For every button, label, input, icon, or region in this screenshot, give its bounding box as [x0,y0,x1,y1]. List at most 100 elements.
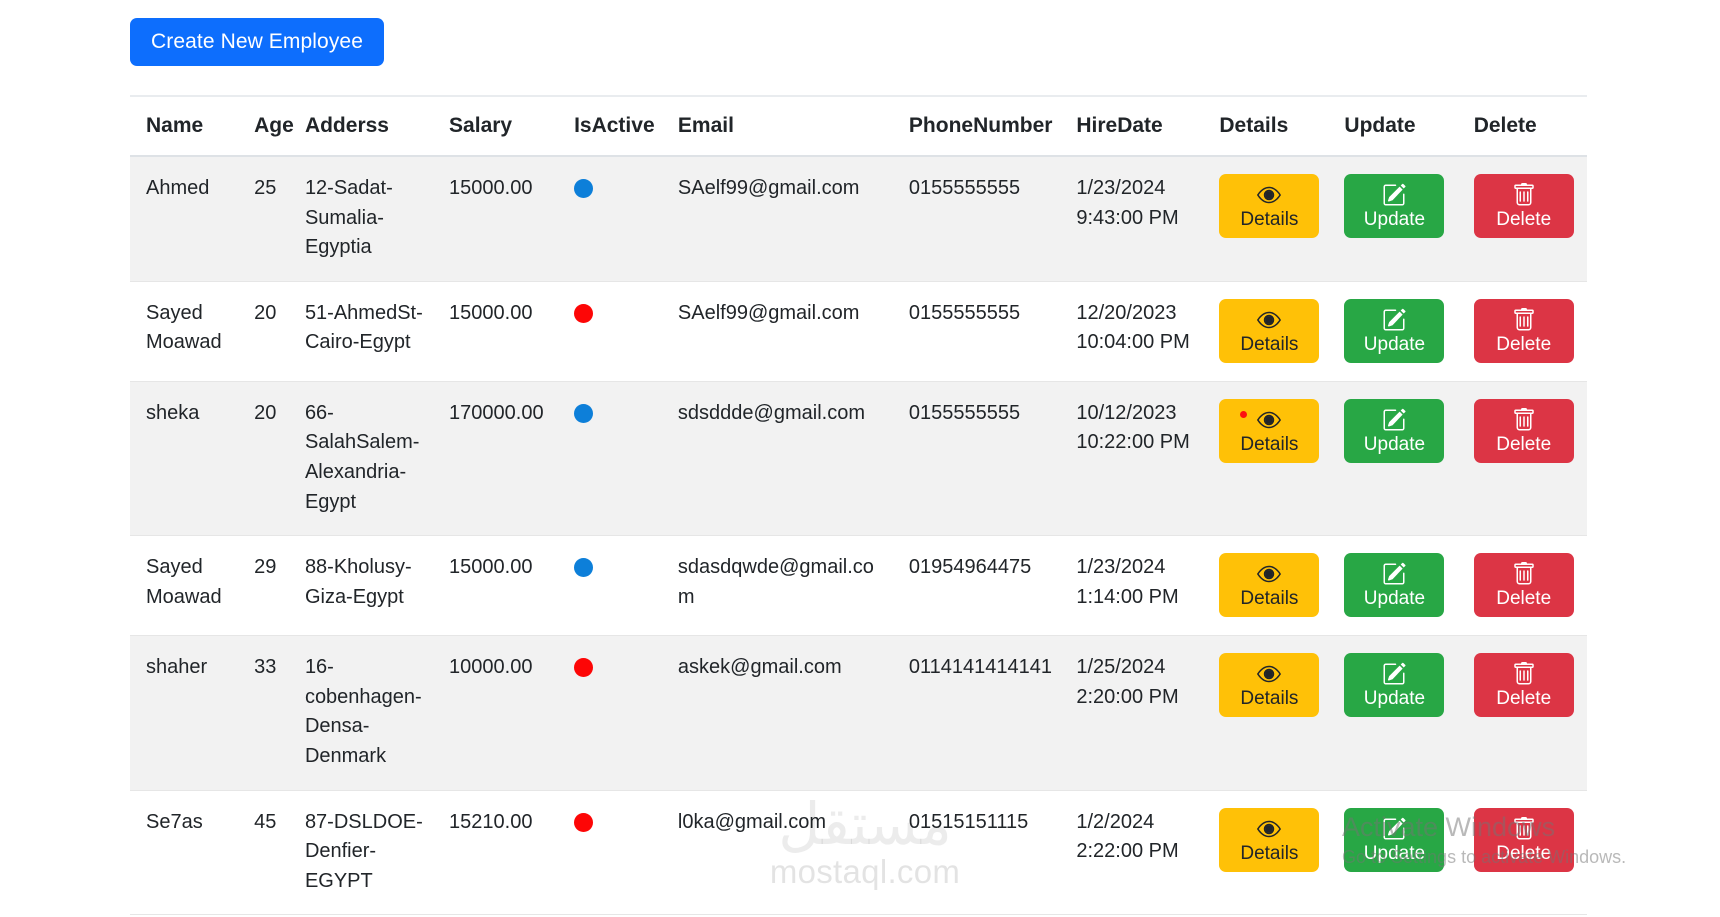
eye-icon [1257,562,1282,586]
eye-icon [1257,408,1282,432]
cell-phonenumber: 0114141414141 [892,635,1061,791]
cell-name: shaher [130,635,239,791]
pencil-square-icon [1382,662,1406,686]
pencil-square-icon [1382,562,1406,586]
details-button[interactable]: Details [1219,174,1320,238]
cell-name: Sayed Moawad [130,535,239,637]
employee-table: Name Age Adderss Salary IsActive Email P… [130,95,1587,916]
status-dot-inactive [574,303,594,323]
table-row: Sayed Moawad 29 88-Kholusy-Giza-Egypt 15000… [130,535,1587,637]
update-button[interactable]: Update [1344,653,1445,718]
details-button-label: Details [1240,688,1299,710]
cell-hiredate: 12/20/2023 10:04:00 PM [1060,281,1204,382]
cell-phonenumber: 0155555555 [892,156,1061,282]
hiredate-time: 10:22:00 PM [1076,431,1190,454]
cell-age: 20 [238,281,289,382]
cell-hiredate: 1/23/2024 9:43:00 PM [1060,156,1204,282]
delete-button[interactable]: Delete [1473,298,1574,363]
delete-button[interactable]: Delete [1473,807,1574,872]
hiredate-date: 1/23/2024 [1076,177,1166,199]
eye-icon [1257,183,1282,207]
delete-button[interactable]: Delete [1473,653,1574,718]
cell-phonenumber: 01515151115 [892,790,1061,916]
cell-delete: Delete [1457,281,1587,382]
cell-email: l0ka@gmail.com [661,790,893,916]
cell-delete: Delete [1457,790,1587,916]
details-button[interactable]: Details [1219,653,1320,718]
update-button-label: Update [1363,209,1426,230]
cell-salary: 15000.00 [433,535,559,637]
update-button-label: Update [1363,333,1426,355]
cell-age: 33 [238,635,289,791]
cell-isactive [558,381,662,537]
col-header-age: Age [238,95,294,157]
pencil-square-icon [1382,308,1406,332]
details-button[interactable]: Details [1219,398,1320,463]
details-button-label: Details [1240,333,1299,355]
status-dot-inactive [574,658,594,678]
cell-hiredate: 1/23/2024 1:14:00 PM [1060,535,1204,637]
cell-email: sdsddde@gmail.com [661,381,893,537]
trash-icon [1512,816,1536,841]
status-dot-active [574,403,594,423]
delete-button-label: Delete [1496,209,1552,230]
delete-button[interactable]: Delete [1473,398,1574,463]
col-header-phonenumber: PhoneNumber [892,95,1061,157]
delete-button[interactable]: Delete [1473,553,1574,618]
update-button[interactable]: Update [1344,553,1445,618]
cell-isactive [558,635,662,791]
pencil-square-icon [1382,408,1406,432]
col-header-adderss: Adderss [288,95,434,157]
details-button[interactable]: Details [1219,553,1320,618]
col-header-details: Details [1203,95,1329,157]
employee-list-page: Create New Employee Name Age Adderss Sal… [0,0,1720,917]
cell-phonenumber: 01954964475 [892,535,1061,637]
hiredate-date: 1/23/2024 [1076,556,1166,579]
update-button[interactable]: Update [1344,174,1445,238]
cursor-indicator [1240,410,1248,418]
hiredate-date: 1/2/2024 [1076,810,1155,833]
delete-button[interactable]: Delete [1473,174,1574,238]
cell-details: Details [1203,381,1329,537]
col-header-isactive: IsActive [558,95,662,157]
cell-name: sheka [130,381,239,537]
update-button[interactable]: Update [1344,398,1445,463]
cell-isactive [558,790,662,916]
cell-delete: Delete [1457,635,1587,791]
cell-age: 20 [238,381,289,537]
cell-name: Sayed Moawad [130,281,239,382]
details-button-label: Details [1240,433,1299,455]
delete-button-label: Delete [1496,433,1552,455]
hiredate-time: 1:14:00 PM [1076,585,1179,608]
cell-details: Details [1203,535,1329,637]
cell-delete: Delete [1457,535,1587,637]
cell-adderss: 66-SalahSalem-Alexandria-Egypt [288,381,434,537]
toolbar: Create New Employee [0,0,1720,66]
cell-details: Details [1203,281,1329,382]
create-new-employee-button[interactable]: Create New Employee [130,18,384,66]
trash-icon [1512,662,1536,686]
details-button[interactable]: Details [1219,807,1320,872]
update-button-label: Update [1363,588,1426,610]
update-button-label: Update [1363,688,1426,710]
status-dot-active [574,179,594,198]
col-header-update: Update [1328,95,1458,157]
update-button[interactable]: Update [1344,298,1445,363]
table-header-row: Name Age Adderss Salary IsActive Email P… [130,95,1587,157]
col-header-hiredate: HireDate [1060,95,1204,157]
cell-hiredate: 10/12/2023 10:22:00 PM [1060,381,1204,537]
delete-button-label: Delete [1496,333,1552,355]
delete-button-label: Delete [1496,688,1552,710]
cell-salary: 15210.00 [433,790,559,916]
cell-email: askek@gmail.com [661,635,893,791]
cell-details: Details [1203,635,1329,791]
cell-isactive [558,281,662,382]
table-row: shaher 33 16-cobenhagen-Densa-Denmark 10000… [130,635,1587,791]
hiredate-date: 12/20/2023 [1076,301,1177,324]
cell-salary: 10000.00 [433,635,559,791]
update-button-label: Update [1363,433,1426,455]
update-button[interactable]: Update [1344,807,1445,872]
details-button[interactable]: Details [1219,298,1320,363]
details-button-label: Details [1240,842,1299,864]
cell-isactive [558,535,662,637]
